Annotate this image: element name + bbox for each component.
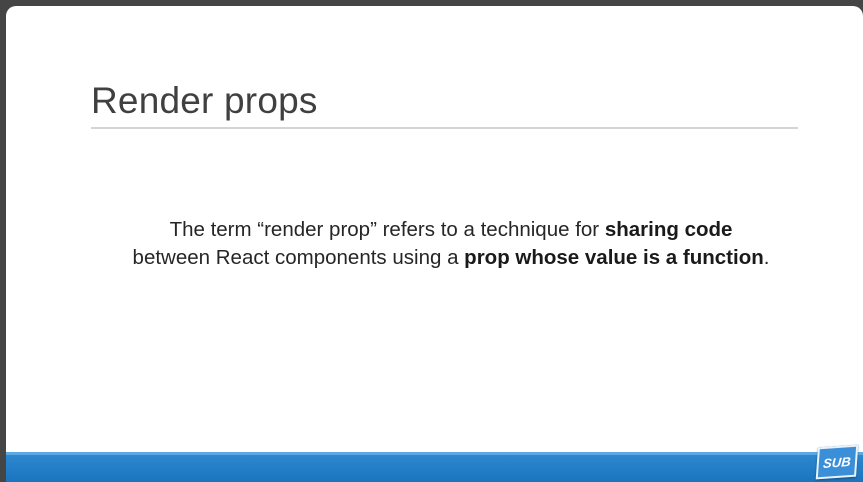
window-frame: Render props The term “render prop” refe… bbox=[0, 0, 863, 482]
slide-body-text: The term “render prop” refers to a techn… bbox=[66, 216, 836, 272]
body-text-part-1: The term “render prop” refers to a techn… bbox=[169, 218, 605, 241]
body-text-bold-sharing-code: sharing code bbox=[604, 218, 733, 241]
bottom-color-band bbox=[6, 452, 863, 482]
slide-title: Render props bbox=[91, 80, 318, 121]
title-divider bbox=[91, 127, 798, 129]
subscribe-badge[interactable]: SUB bbox=[815, 444, 859, 480]
subscribe-badge-label: SUB bbox=[822, 453, 852, 471]
bottom-band-highlight bbox=[6, 452, 863, 455]
body-text-bold-prop-function: prop whose value is a function bbox=[464, 246, 764, 269]
body-text-part-3: . bbox=[763, 246, 770, 269]
body-text-part-2: between React components using a bbox=[132, 246, 465, 269]
presentation-slide: Render props The term “render prop” refe… bbox=[6, 6, 863, 482]
